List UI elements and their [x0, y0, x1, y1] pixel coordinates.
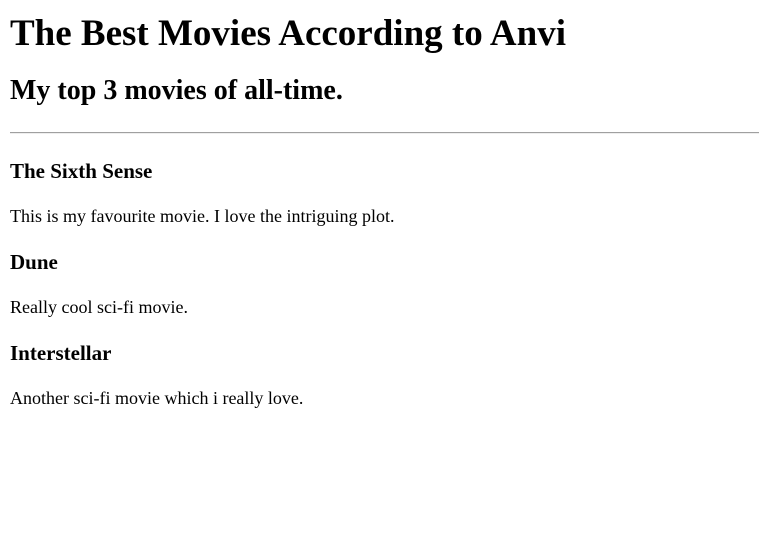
movie-title: The Sixth Sense	[10, 159, 153, 183]
movie-item: The Sixth Sense This is my favourite mov…	[10, 158, 759, 227]
page-title: The Best Movies According to Anvi	[10, 13, 567, 54]
movie-title: Dune	[10, 250, 58, 274]
movie-description: This is my favourite movie. I love the i…	[10, 206, 395, 226]
movie-description: Really cool sci-fi movie.	[10, 297, 188, 317]
divider	[10, 132, 759, 134]
page-subtitle: My top 3 movies of all-time.	[10, 75, 343, 106]
movie-list: The Sixth Sense This is my favourite mov…	[10, 158, 759, 409]
movie-description: Another sci-fi movie which i really love…	[10, 388, 304, 408]
movie-item: Dune Really cool sci-fi movie.	[10, 249, 759, 318]
movie-item: Interstellar Another sci-fi movie which …	[10, 340, 759, 409]
movie-title: Interstellar	[10, 341, 112, 365]
page: The Best Movies According to Anvi My top…	[0, 12, 768, 558]
